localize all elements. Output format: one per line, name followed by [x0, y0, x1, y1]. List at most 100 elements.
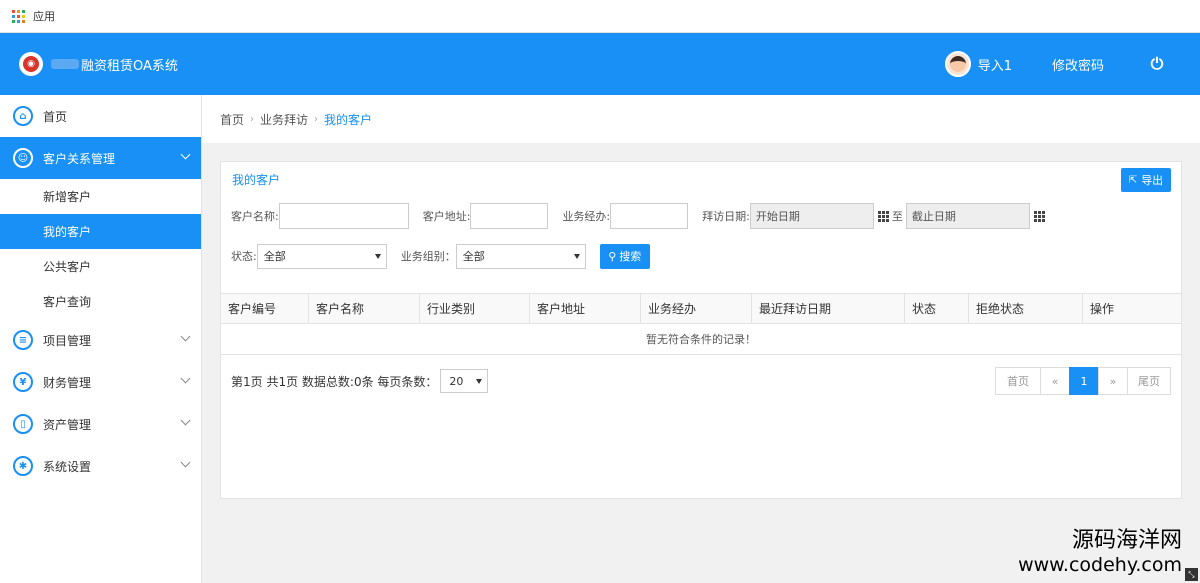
- customer-address-label: 客户地址:: [422, 210, 471, 223]
- group-select[interactable]: 全部: [455, 243, 586, 269]
- dropdown-arrow-icon: [573, 253, 580, 259]
- sidebar-item-label: 首页: [43, 109, 68, 124]
- first-page-button[interactable]: 首页: [995, 367, 1041, 395]
- column-header[interactable]: 拒绝状态: [969, 294, 1083, 323]
- table-header: 客户编号 客户名称 行业类别 客户地址 业务经办 最近拜访日期 状态 拒绝状态 …: [221, 293, 1181, 324]
- sidebar-item-settings[interactable]: ✱ 系统设置: [0, 445, 201, 487]
- sidebar-subitem-customer-query[interactable]: 客户查询: [0, 284, 201, 319]
- breadcrumb-home[interactable]: 首页: [220, 111, 244, 128]
- customer-panel: 我的客户 ⇱ 导出 客户名称: 客户地址: 业务经办: 拜访日期: 开始日期 至…: [220, 161, 1182, 499]
- dropdown-arrow-icon: [476, 379, 483, 384]
- watermark-line2: www.codehy.com: [1018, 554, 1182, 576]
- customer-table: 客户编号 客户名称 行业类别 客户地址 业务经办 最近拜访日期 状态 拒绝状态 …: [221, 293, 1181, 355]
- table-footer: 第1页 共1页 数据总数:0条 每页条数： 20 首页 « 1 » 尾页: [231, 367, 1171, 395]
- export-label: 导出: [1141, 174, 1164, 187]
- export-button[interactable]: ⇱ 导出: [1121, 168, 1171, 192]
- power-icon[interactable]: ⏻: [1144, 51, 1170, 77]
- sidebar-item-label: 资产管理: [43, 417, 92, 432]
- system-title: 融资租赁OA系统: [81, 58, 178, 74]
- manager-label: 业务经办:: [562, 210, 611, 223]
- page-1-button[interactable]: 1: [1069, 367, 1099, 395]
- export-icon: ⇱: [1128, 174, 1138, 186]
- company-logo: ◉: [19, 52, 43, 76]
- end-date-input[interactable]: 截止日期: [905, 203, 1030, 229]
- chevron-down-icon: [180, 149, 191, 160]
- customer-address-input[interactable]: [470, 203, 549, 229]
- page-size-value: 20: [449, 374, 464, 388]
- chevron-down-icon: [180, 457, 191, 468]
- sidebar: ⌂ 首页 ☺ 客户关系管理 新增客户 我的客户 公共客户 客户查询 ≡ 项目管理…: [0, 95, 202, 583]
- top-header: ◉ 融资租赁OA系统 导入1 修改密码 ⏻: [0, 33, 1200, 95]
- breadcrumb-separator: ›: [314, 113, 319, 125]
- column-header[interactable]: 最近拜访日期: [752, 294, 905, 323]
- start-date-input[interactable]: 开始日期: [749, 203, 874, 229]
- watermark: 源码海洋网 www.codehy.com: [1018, 528, 1182, 576]
- status-select-value: 全部: [263, 250, 286, 263]
- manager-input[interactable]: [610, 203, 689, 229]
- breadcrumb-current: 我的客户: [324, 112, 373, 127]
- group-label: 业务组别：: [400, 250, 456, 263]
- change-password-link[interactable]: 修改密码: [1052, 55, 1104, 74]
- resize-corner-icon: ⤡: [1185, 568, 1198, 581]
- to-label: 至: [891, 210, 903, 223]
- filter-form: 客户名称: 客户地址: 业务经办: 拜访日期: 开始日期 至 截止日期 状态: …: [221, 196, 1181, 276]
- column-header[interactable]: 状态: [905, 294, 969, 323]
- visit-date-label: 拜访日期:: [702, 210, 750, 223]
- user-name[interactable]: 导入1: [978, 55, 1012, 74]
- main-content: 首页 › 业务拜访 › 我的客户 我的客户 ⇱ 导出 客户名称: 客户地址: 业…: [202, 95, 1200, 583]
- status-label: 状态:: [231, 250, 257, 263]
- blurred-company-name: [51, 59, 79, 69]
- watermark-line1: 源码海洋网: [1071, 528, 1182, 553]
- breadcrumb-section[interactable]: 业务拜访: [260, 111, 308, 128]
- prev-page-button[interactable]: «: [1040, 367, 1070, 395]
- next-page-button[interactable]: »: [1098, 367, 1128, 395]
- column-header[interactable]: 行业类别: [420, 294, 530, 323]
- pagination: 首页 « 1 » 尾页: [995, 367, 1171, 395]
- dropdown-arrow-icon: [374, 253, 381, 259]
- chevron-down-icon: [180, 415, 191, 426]
- sidebar-subitem-public-customers[interactable]: 公共客户: [0, 249, 201, 284]
- chevron-down-icon: [180, 331, 191, 342]
- sidebar-item-label: 系统设置: [43, 459, 92, 474]
- apps-label[interactable]: 应用: [33, 8, 55, 24]
- empty-message: 暂无符合条件的记录！: [221, 324, 1181, 355]
- customer-name-label: 客户名称:: [231, 210, 279, 223]
- home-icon: ⌂: [13, 106, 33, 126]
- sidebar-item-label: 项目管理: [43, 333, 92, 348]
- sidebar-item-finance[interactable]: ¥ 财务管理: [0, 361, 201, 403]
- sidebar-item-label: 财务管理: [43, 375, 92, 390]
- user-avatar[interactable]: [944, 51, 971, 77]
- status-select[interactable]: 全部: [256, 243, 387, 269]
- apps-icon[interactable]: [12, 9, 25, 23]
- search-icon: ⚲: [608, 249, 617, 263]
- panel-title: 我的客户: [232, 172, 281, 187]
- column-header[interactable]: 客户地址: [530, 294, 641, 323]
- sidebar-item-crm[interactable]: ☺ 客户关系管理: [0, 137, 201, 179]
- last-page-button[interactable]: 尾页: [1127, 367, 1171, 395]
- sidebar-item-projects[interactable]: ≡ 项目管理: [0, 319, 201, 361]
- column-header[interactable]: 客户名称: [309, 294, 420, 323]
- sidebar-item-assets[interactable]: ▯ 资产管理: [0, 403, 201, 445]
- sidebar-subitem-new-customer[interactable]: 新增客户: [0, 179, 201, 214]
- calendar-icon[interactable]: [1033, 210, 1045, 222]
- page-size-select[interactable]: 20: [440, 369, 489, 393]
- calendar-icon[interactable]: [877, 210, 889, 222]
- column-header[interactable]: 操作: [1083, 294, 1181, 323]
- page-info: 第1页 共1页 数据总数:0条 每页条数：: [231, 374, 438, 389]
- column-header[interactable]: 业务经办: [641, 294, 752, 323]
- search-label: 搜索: [619, 250, 642, 263]
- list-icon: ≡: [13, 330, 33, 350]
- customer-name-input[interactable]: [278, 203, 409, 229]
- panel-header: 我的客户 ⇱ 导出: [221, 162, 1181, 196]
- file-icon: ▯: [13, 414, 33, 434]
- sidebar-item-label: 客户关系管理: [43, 151, 116, 166]
- search-button[interactable]: ⚲ 搜索: [599, 243, 650, 269]
- sidebar-item-home[interactable]: ⌂ 首页: [0, 95, 201, 137]
- gear-icon: ✱: [13, 456, 33, 476]
- breadcrumb-separator: ›: [250, 113, 255, 125]
- yen-icon: ¥: [13, 372, 33, 392]
- users-icon: ☺: [13, 148, 33, 168]
- group-select-value: 全部: [462, 250, 485, 263]
- column-header[interactable]: 客户编号: [221, 294, 309, 323]
- sidebar-subitem-my-customers[interactable]: 我的客户: [0, 214, 201, 249]
